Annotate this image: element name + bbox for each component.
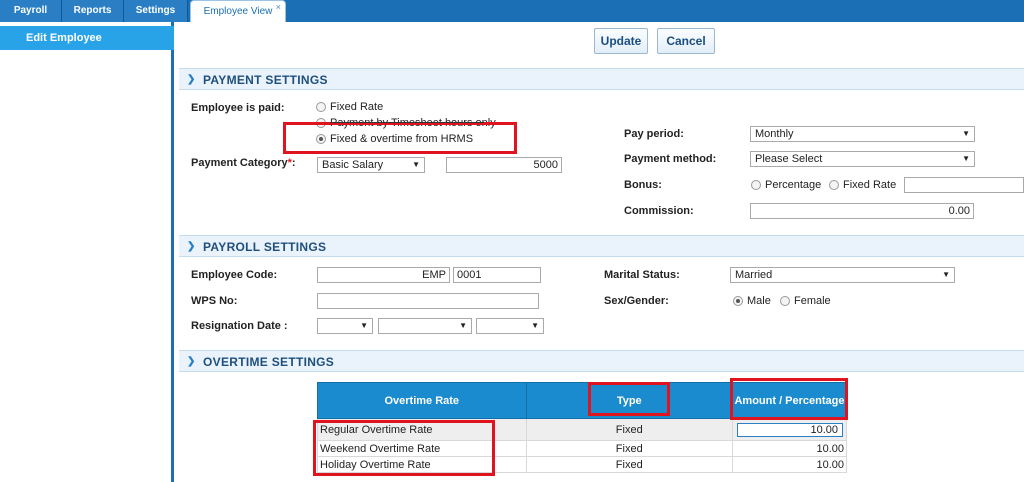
resignation-month-select[interactable]: ▼ xyxy=(378,318,472,334)
radio-fixed-rate-label: Fixed Rate xyxy=(330,101,384,113)
resignation-date-label: Resignation Date : xyxy=(191,320,288,332)
sidebar-item-edit-employee[interactable]: Edit Employee xyxy=(0,26,174,50)
dropdown-arrow-icon: ▼ xyxy=(459,321,467,330)
dropdown-arrow-icon: ▼ xyxy=(531,321,539,330)
tab-reports[interactable]: Reports xyxy=(62,0,124,22)
dropdown-arrow-icon: ▼ xyxy=(360,321,368,330)
wps-input[interactable] xyxy=(317,293,539,309)
payment-category-label: Payment Category*: xyxy=(191,157,296,169)
marital-status-label: Marital Status: xyxy=(604,269,680,281)
overtime-type: Fixed xyxy=(525,440,733,457)
radio-bonus-percentage-label: Percentage xyxy=(765,179,822,191)
payment-category-select[interactable]: Basic Salary ▼ xyxy=(317,157,425,173)
payment-method-value: Please Select xyxy=(755,153,823,165)
payroll-settings-title: PAYROLL SETTINGS xyxy=(203,240,327,254)
radio-bonus-fixed-rate[interactable] xyxy=(829,180,839,190)
pay-period-label: Pay period: xyxy=(624,128,684,140)
chevron-down-icon: ❯ xyxy=(187,74,196,85)
commission-label: Commission: xyxy=(624,205,694,217)
highlight-box-payment-option xyxy=(283,122,517,154)
column-header-overtime-rate: Overtime Rate xyxy=(317,382,527,419)
bonus-label: Bonus: xyxy=(624,179,662,191)
overtime-amount[interactable]: 10.00 xyxy=(731,440,848,457)
pay-period-select[interactable]: Monthly ▼ xyxy=(750,126,975,142)
bonus-input[interactable] xyxy=(904,177,1024,193)
main-content: Update Cancel ❯ PAYMENT SETTINGS Employe… xyxy=(177,22,1024,482)
update-button[interactable]: Update xyxy=(594,28,648,54)
payment-settings-header[interactable]: ❯ PAYMENT SETTINGS xyxy=(179,68,1024,90)
payment-amount-input[interactable]: 5000 xyxy=(446,157,562,173)
payment-settings-title: PAYMENT SETTINGS xyxy=(203,73,328,87)
tab-settings[interactable]: Settings xyxy=(124,0,188,22)
employee-code-number-input[interactable]: 0001 xyxy=(453,267,541,283)
highlight-box-overtime-rates xyxy=(313,420,495,476)
payment-method-select[interactable]: Please Select ▼ xyxy=(750,151,975,167)
overtime-type: Fixed xyxy=(525,456,733,473)
resignation-year-select[interactable]: ▼ xyxy=(476,318,544,334)
tab-employee-view-label: Employee View xyxy=(203,6,273,17)
employee-paid-label: Employee is paid: xyxy=(191,102,285,114)
payment-method-label: Payment method: xyxy=(624,153,717,165)
strikethrough-line xyxy=(330,122,484,123)
tab-payroll[interactable]: Payroll xyxy=(0,0,62,22)
overtime-type: Fixed xyxy=(525,418,733,441)
payment-category-value: Basic Salary xyxy=(322,159,384,171)
overtime-amount-cell: 10.00 xyxy=(731,418,848,441)
chevron-down-icon: ❯ xyxy=(187,356,196,367)
dropdown-arrow-icon: ▼ xyxy=(412,160,420,169)
gender-label: Sex/Gender: xyxy=(604,295,669,307)
close-icon[interactable]: × xyxy=(276,0,281,18)
wps-label: WPS No: xyxy=(191,295,238,307)
payroll-settings-header[interactable]: ❯ PAYROLL SETTINGS xyxy=(179,235,1024,257)
sidebar: Edit Employee xyxy=(0,22,174,482)
dropdown-arrow-icon: ▼ xyxy=(962,154,970,163)
overtime-amount[interactable]: 10.00 xyxy=(731,456,848,473)
top-tab-bar: Payroll Reports Settings Employee View × xyxy=(0,0,1024,22)
employee-code-prefix-input[interactable]: EMP xyxy=(317,267,450,283)
marital-status-select[interactable]: Married ▼ xyxy=(730,267,955,283)
dropdown-arrow-icon: ▼ xyxy=(942,270,950,279)
dropdown-arrow-icon: ▼ xyxy=(962,129,970,138)
chevron-down-icon: ❯ xyxy=(187,241,196,252)
radio-gender-male[interactable] xyxy=(733,296,743,306)
tab-employee-view[interactable]: Employee View × xyxy=(190,0,286,22)
employee-code-label: Employee Code: xyxy=(191,269,278,281)
radio-bonus-fixed-rate-label: Fixed Rate xyxy=(843,179,897,191)
marital-status-value: Married xyxy=(735,269,773,281)
radio-gender-male-label: Male xyxy=(747,295,771,307)
overtime-settings-header[interactable]: ❯ OVERTIME SETTINGS xyxy=(179,350,1024,372)
highlight-box-amount-header xyxy=(730,378,848,420)
radio-gender-female[interactable] xyxy=(780,296,790,306)
radio-gender-female-label: Female xyxy=(794,295,831,307)
overtime-amount-input[interactable]: 10.00 xyxy=(736,422,843,437)
radio-fixed-rate[interactable] xyxy=(316,102,326,112)
radio-bonus-percentage[interactable] xyxy=(751,180,761,190)
resignation-day-select[interactable]: ▼ xyxy=(317,318,373,334)
highlight-box-type-header xyxy=(588,382,670,416)
pay-period-value: Monthly xyxy=(755,128,794,140)
cancel-button[interactable]: Cancel xyxy=(657,28,715,54)
commission-input[interactable]: 0.00 xyxy=(750,203,974,219)
overtime-settings-title: OVERTIME SETTINGS xyxy=(203,355,335,369)
